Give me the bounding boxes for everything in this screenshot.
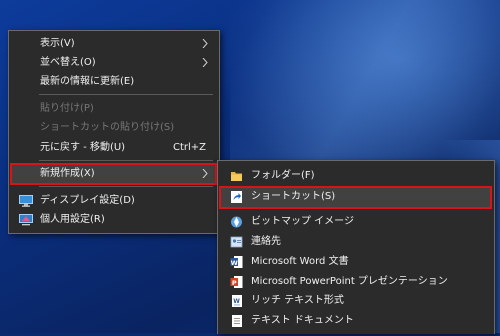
menu-item-label: ショートカットの貼り付け(S) bbox=[40, 122, 175, 133]
menu-item-label: 並べ替え(O) bbox=[40, 57, 96, 68]
submenu-item-bitmap[interactable]: ビットマップ イメージ bbox=[221, 212, 491, 232]
submenu-item-rich-text[interactable]: W リッチ テキスト形式 bbox=[221, 291, 491, 311]
display-settings-icon bbox=[19, 194, 33, 207]
svg-text:P: P bbox=[232, 279, 237, 287]
svg-text:W: W bbox=[233, 298, 240, 305]
powerpoint-icon: P bbox=[230, 275, 243, 289]
menu-separator bbox=[39, 160, 213, 161]
personalize-icon bbox=[19, 213, 33, 226]
menu-item-view[interactable]: 表示(V) bbox=[12, 34, 216, 53]
submenu-item-powerpoint-presentation[interactable]: P Microsoft PowerPoint プレゼンテーション bbox=[221, 272, 491, 292]
menu-separator bbox=[39, 94, 213, 95]
submenu-item-label: 連絡先 bbox=[251, 236, 281, 247]
submenu-item-label: Microsoft PowerPoint プレゼンテーション bbox=[251, 276, 448, 287]
menu-item-paste: 貼り付け(P) bbox=[12, 99, 216, 118]
menu-separator bbox=[39, 186, 213, 187]
submenu-item-label: リッチ テキスト形式 bbox=[251, 295, 344, 306]
menu-item-label: 個人用設定(R) bbox=[40, 214, 105, 225]
menu-item-personalize[interactable]: 個人用設定(R) bbox=[12, 210, 216, 229]
submenu-item-label: フォルダー(F) bbox=[251, 170, 315, 181]
bitmap-icon bbox=[230, 215, 243, 229]
menu-item-display-settings[interactable]: ディスプレイ設定(D) bbox=[12, 191, 216, 210]
submenu-item-contact[interactable]: 連絡先 bbox=[221, 232, 491, 252]
menu-item-label: 最新の情報に更新(E) bbox=[40, 76, 135, 87]
menu-item-sort-by[interactable]: 並べ替え(O) bbox=[12, 53, 216, 72]
highlight-shortcut-item bbox=[219, 186, 492, 209]
submenu-item-label: Microsoft Word 文書 bbox=[251, 256, 349, 267]
svg-text:W: W bbox=[231, 259, 238, 267]
submenu-item-label: テキスト ドキュメント bbox=[251, 315, 354, 326]
chevron-right-icon bbox=[200, 34, 210, 53]
submenu-item-word-document[interactable]: W Microsoft Word 文書 bbox=[221, 252, 491, 272]
desktop-context-menu: 表示(V) 並べ替え(O) 最新の情報に更新(E) 貼り付け(P) ショートカッ… bbox=[8, 30, 220, 234]
submenu-item-folder[interactable]: フォルダー(F) bbox=[221, 166, 491, 186]
word-icon: W bbox=[230, 255, 243, 269]
rtf-icon: W bbox=[230, 294, 243, 308]
folder-icon bbox=[230, 169, 243, 183]
text-document-icon bbox=[230, 314, 243, 328]
menu-item-label: ディスプレイ設定(D) bbox=[40, 195, 135, 206]
menu-item-label: 表示(V) bbox=[40, 38, 75, 49]
menu-item-paste-shortcut: ショートカットの貼り付け(S) bbox=[12, 118, 216, 137]
menu-item-undo-move[interactable]: 元に戻す - 移動(U) Ctrl+Z bbox=[12, 138, 216, 157]
contact-icon bbox=[230, 235, 243, 249]
menu-item-shortcut: Ctrl+Z bbox=[172, 142, 206, 153]
menu-item-label: 元に戻す - 移動(U) bbox=[40, 142, 126, 153]
menu-item-refresh[interactable]: 最新の情報に更新(E) bbox=[12, 72, 216, 91]
chevron-right-icon bbox=[200, 53, 210, 72]
highlight-new-item bbox=[10, 163, 217, 185]
submenu-item-text-document[interactable]: テキスト ドキュメント bbox=[221, 311, 491, 331]
submenu-item-label: ビットマップ イメージ bbox=[251, 216, 354, 227]
menu-item-label: 貼り付け(P) bbox=[40, 103, 94, 114]
